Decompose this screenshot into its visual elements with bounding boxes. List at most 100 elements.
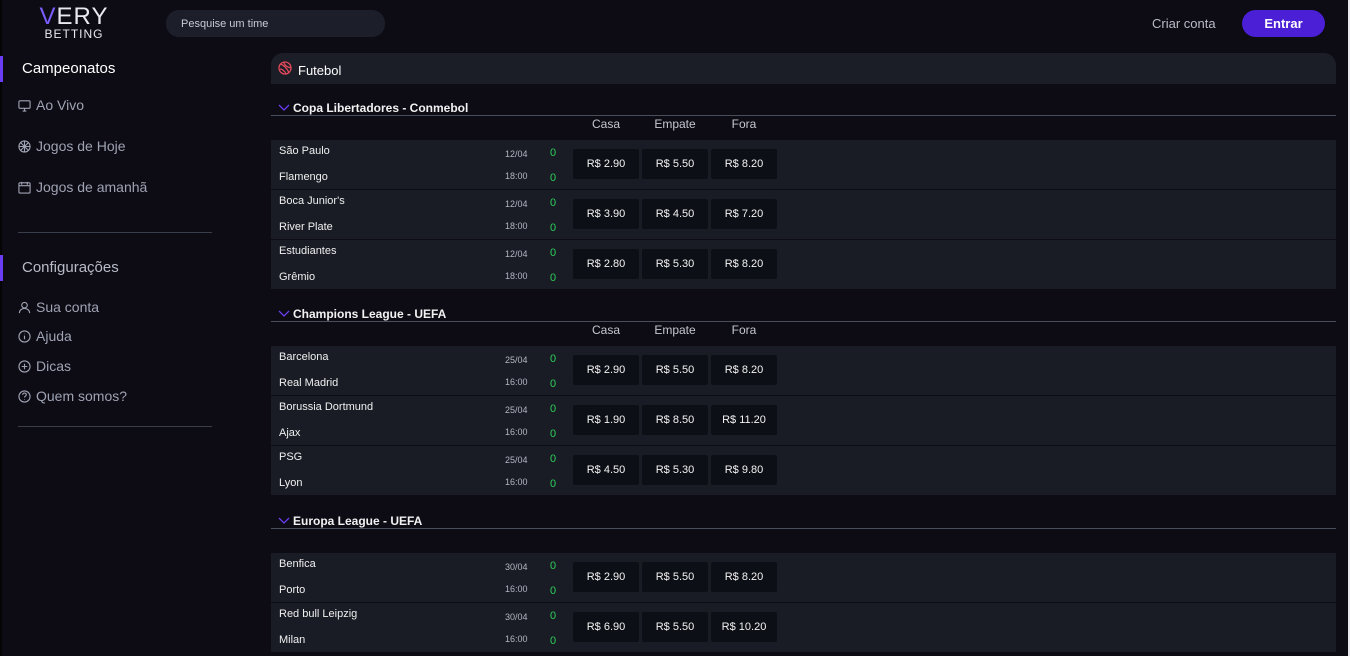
away-team: Grêmio — [279, 271, 316, 283]
away-team: Ajax — [279, 427, 301, 439]
odd-casa-button[interactable]: R$ 2.90 — [573, 562, 639, 592]
away-score: 0 — [550, 222, 557, 234]
match-row[interactable]: Boca Junior's River Plate 12/04 18:00 0 0 R$ 3… — [271, 190, 1336, 239]
odd-casa-button[interactable]: R$ 2.90 — [573, 355, 639, 385]
match-row[interactable]: PSG Lyon 25/04 16:00 0 0 R$ 4.50 R$ 5.30 R$ 9.80 — [271, 446, 1336, 495]
odd-empate-button[interactable]: R$ 5.30 — [642, 455, 708, 485]
sidebar-item-label: Jogos de Hoje — [36, 138, 126, 154]
odd-casa-button[interactable]: R$ 3.90 — [573, 199, 639, 229]
odd-fora-button[interactable]: R$ 8.20 — [711, 562, 777, 592]
sidebar-divider — [18, 232, 212, 233]
match-row[interactable]: Barcelona Real Madrid 25/04 16:00 0 0 R$ 2.90 R… — [271, 346, 1336, 395]
match-row[interactable]: Red bull Leipzig Milan 30/04 16:00 0 0 R$ 6.90… — [271, 603, 1336, 652]
odd-fora-button[interactable]: R$ 9.80 — [711, 455, 777, 485]
match-time: 16:00 — [505, 377, 528, 387]
sidebar-section-campeonatos[interactable]: Campeonatos — [0, 56, 115, 82]
odd-casa-button[interactable]: R$ 1.90 — [573, 405, 639, 435]
away-score: 0 — [550, 478, 557, 490]
match-row[interactable]: Benfica Porto 30/04 16:00 0 0 R$ 2.90 R$ 5.50 R$… — [271, 553, 1336, 602]
calendar-icon — [18, 181, 31, 194]
away-score: 0 — [550, 172, 557, 184]
home-team: Borussia Dortmund — [279, 401, 374, 413]
league-name: Europa League - UEFA — [293, 514, 423, 528]
away-team: Lyon — [279, 477, 303, 489]
home-score: 0 — [550, 353, 557, 365]
odd-fora-button[interactable]: R$ 7.20 — [711, 199, 777, 229]
league-header[interactable]: Champions League - UEFA — [271, 306, 1336, 322]
odd-empate-button[interactable]: R$ 5.50 — [642, 562, 708, 592]
odds-column-headers: Casa Empate Fora — [271, 116, 1336, 140]
match-date: 25/04 — [505, 405, 528, 415]
chevron-down-icon[interactable] — [278, 102, 290, 112]
odd-fora-button[interactable]: R$ 8.20 — [711, 249, 777, 279]
home-team: Estudiantes — [279, 245, 337, 257]
sidebar-item-dicas[interactable]: Dicas — [18, 358, 71, 374]
column-empate: Empate — [654, 117, 696, 131]
column-fora: Fora — [731, 323, 757, 337]
away-team: Flamengo — [279, 171, 328, 183]
match-row[interactable]: São Paulo Flamengo 12/04 18:00 0 0 R$ 2.90 R$ 5… — [271, 140, 1336, 189]
match-date: 25/04 — [505, 355, 528, 365]
match-row[interactable]: Borussia Dortmund Ajax 25/04 16:00 0 0 R$ 1.90… — [271, 396, 1336, 445]
sidebar-item-jogos-de-amanha[interactable]: Jogos de amanhã — [18, 179, 147, 195]
sidebar-item-label: Jogos de amanhã — [36, 179, 148, 195]
match-time: 18:00 — [505, 171, 528, 181]
odd-fora-button[interactable]: R$ 10.20 — [711, 612, 777, 642]
league-name: Champions League - UEFA — [293, 307, 447, 321]
column-casa: Casa — [591, 323, 620, 337]
match-time: 18:00 — [505, 271, 528, 281]
monitor-icon — [18, 99, 31, 112]
sidebar-item-sua-conta[interactable]: Sua conta — [18, 299, 99, 315]
match-date: 30/04 — [505, 612, 528, 622]
sidebar-item-ao-vivo[interactable]: Ao Vivo — [18, 97, 84, 113]
match-date: 30/04 — [505, 562, 528, 572]
sidebar: Campeonatos Ao Vivo Jogos de Hoje Jogos … — [0, 48, 240, 656]
home-team: Benfica — [279, 558, 316, 570]
odd-casa-button[interactable]: R$ 4.50 — [573, 455, 639, 485]
sidebar-item-jogos-de-hoje[interactable]: Jogos de Hoje — [18, 138, 126, 154]
sidebar-section-configuracoes[interactable]: Configurações — [0, 255, 119, 281]
ball-icon — [18, 139, 31, 153]
odds-column-headers: Casa Empate Fora — [271, 322, 1336, 346]
sport-title: Futebol — [298, 63, 342, 78]
league-header[interactable]: Europa League - UEFA — [271, 513, 1336, 529]
match-row[interactable]: Estudiantes Grêmio 12/04 18:00 0 0 R$ 2.80 R$ 5… — [271, 240, 1336, 289]
home-score: 0 — [550, 560, 557, 572]
sidebar-item-ajuda[interactable]: Ajuda — [18, 328, 72, 344]
odd-empate-button[interactable]: R$ 5.30 — [642, 249, 708, 279]
odd-empate-button[interactable]: R$ 5.50 — [642, 149, 708, 179]
odd-casa-button[interactable]: R$ 2.90 — [573, 149, 639, 179]
league-section: Copa Libertadores - Conmebol Casa Empate Fo… — [271, 100, 1336, 290]
sidebar-item-quem-somos[interactable]: Quem somos? — [18, 388, 127, 404]
match-date: 12/04 — [505, 149, 528, 159]
create-account-link[interactable]: Criar conta — [1152, 16, 1216, 31]
odd-empate-button[interactable]: R$ 8.50 — [642, 405, 708, 435]
logo[interactable]: VERY BETTING — [38, 5, 110, 41]
chevron-down-icon[interactable] — [278, 308, 290, 318]
odd-empate-button[interactable]: R$ 4.50 — [642, 199, 708, 229]
search-input[interactable] — [166, 10, 385, 37]
league-name: Copa Libertadores - Conmebol — [293, 101, 469, 115]
odd-empate-button[interactable]: R$ 5.50 — [642, 355, 708, 385]
match-time: 16:00 — [505, 584, 528, 594]
login-button[interactable]: Entrar — [1242, 10, 1325, 37]
chevron-down-icon[interactable] — [278, 515, 290, 525]
user-icon — [18, 301, 31, 313]
info-icon — [18, 329, 31, 343]
match-time: 16:00 — [505, 477, 528, 487]
sidebar-divider — [18, 426, 212, 427]
sport-header: Futebol — [271, 53, 1336, 84]
odd-fora-button[interactable]: R$ 8.20 — [711, 149, 777, 179]
match-date: 12/04 — [505, 199, 528, 209]
away-score: 0 — [550, 428, 557, 440]
league-header[interactable]: Copa Libertadores - Conmebol — [271, 100, 1336, 116]
odd-casa-button[interactable]: R$ 6.90 — [573, 612, 639, 642]
odd-casa-button[interactable]: R$ 2.80 — [573, 249, 639, 279]
odd-fora-button[interactable]: R$ 11.20 — [711, 405, 777, 435]
odd-empate-button[interactable]: R$ 5.50 — [642, 612, 708, 642]
column-empate: Empate — [654, 323, 696, 337]
odd-fora-button[interactable]: R$ 8.20 — [711, 355, 777, 385]
sidebar-item-label: Quem somos? — [36, 388, 128, 404]
home-team: São Paulo — [279, 145, 330, 157]
column-fora: Fora — [731, 117, 757, 131]
